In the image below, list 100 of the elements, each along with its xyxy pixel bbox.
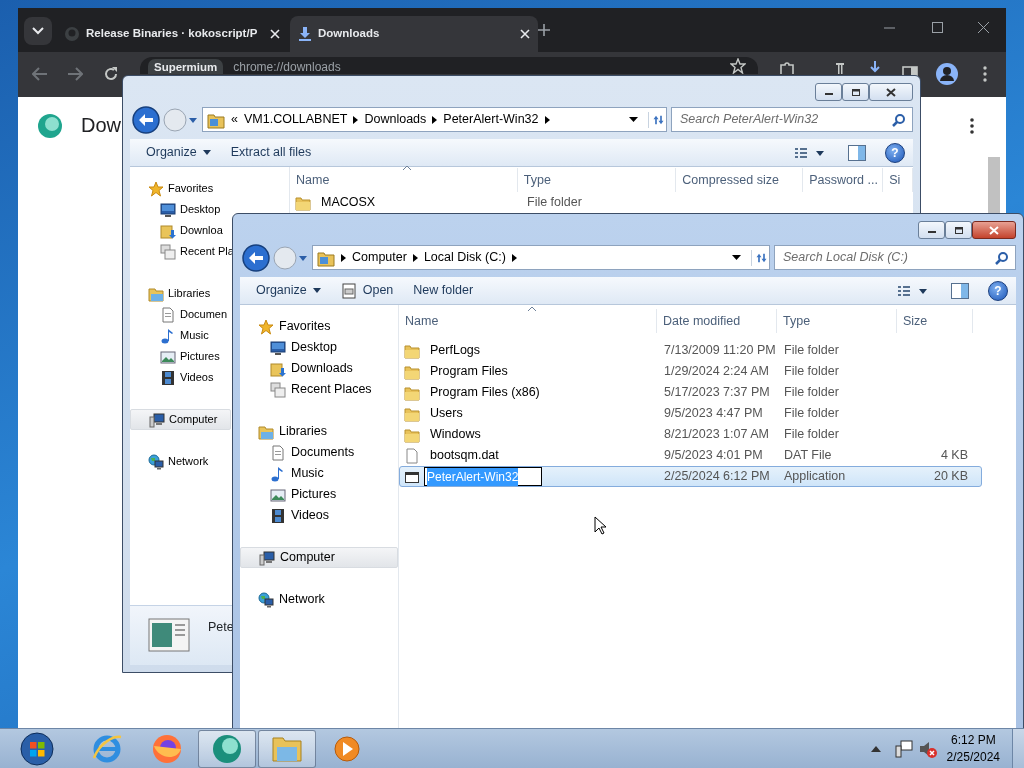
network-icon[interactable] [894,739,913,758]
file-row[interactable]: Program Files (x86) 5/17/2023 7:37 PM File folder [399,382,982,403]
back-button[interactable] [130,103,162,136]
breadcrumb-item[interactable]: Downloads [364,110,427,129]
sidebar-item[interactable]: Desktop [240,337,398,358]
address-bar[interactable]: « VM1.COLLABNET Downloads PeterAlert-Win32 [202,107,667,132]
breadcrumb-item[interactable]: Computer [352,248,407,267]
file-row[interactable]: PerfLogs 7/13/2009 11:20 PM File folder [399,340,982,361]
sidebar-item[interactable]: Network [240,589,398,610]
search-field[interactable]: Search PeterAlert-Win32 [671,107,913,132]
column-header[interactable]: Size [897,309,973,333]
column-header[interactable]: Password ... [803,168,884,192]
toolbar-button[interactable]: Extract all files [222,141,320,164]
view-options-icon[interactable] [898,284,928,297]
column-header[interactable]: Name [399,309,657,333]
maximize-button[interactable] [945,221,972,239]
column-header[interactable]: Type [517,168,677,192]
maximize-icon[interactable] [932,22,943,33]
file-row[interactable]: PeterAlert-Win32 2/25/2024 6:12 PM Application 20 KB [399,466,982,487]
toolbar-button[interactable]: New folder [405,279,482,302]
reload-icon[interactable] [103,66,119,82]
dropdown-icon[interactable] [732,254,741,261]
tab-search-button[interactable] [24,17,52,45]
back-arrow-icon[interactable] [32,67,48,81]
close-icon[interactable] [978,22,989,33]
file-row[interactable]: bootsqm.dat 9/5/2023 4:01 PM DAT File 4 KB [399,445,982,466]
sidebar-item[interactable]: Videos [240,505,398,526]
sidebar-item[interactable]: Videos [130,367,231,388]
close-button[interactable] [972,221,1016,239]
browser-tab[interactable]: Release Binaries · kokoscript/P [56,16,288,52]
refresh-icon[interactable] [648,111,666,128]
start-orb-icon [20,731,54,766]
download-icon[interactable] [869,61,881,74]
sidebar-item[interactable]: Downloads [240,358,398,379]
type-cell: File folder [784,427,839,442]
clock-time[interactable]: 6:12 PM [950,732,996,749]
tray-expand-icon[interactable] [870,745,881,752]
minimize-button[interactable] [918,221,945,239]
sidebar-item[interactable]: Music [130,325,231,346]
more-options-icon[interactable] [970,118,974,134]
toolbar-button[interactable]: Organize [138,141,219,164]
address-bar[interactable]: Computer Local Disk (C:) [312,245,770,270]
breadcrumb-item[interactable]: Local Disk (C:) [423,248,506,267]
sidebar-item[interactable]: Recent Places [240,379,398,400]
column-header[interactable]: Compressed size [676,168,804,192]
scrollbar-thumb[interactable] [988,157,1000,213]
sidebar-item[interactable]: Libraries [130,283,231,304]
file-row[interactable]: Users 9/5/2023 4:47 PM File folder [399,403,982,424]
bookmark-star-icon[interactable] [730,58,746,74]
taskbar-button[interactable] [198,729,256,768]
preview-pane-icon[interactable] [847,143,867,162]
file-row[interactable]: MACOSX File folder [290,192,879,213]
refresh-icon[interactable] [751,249,769,266]
sidebar-item[interactable]: Network [130,451,231,472]
minimize-button[interactable] [815,83,842,101]
sidebar-item[interactable]: Documen [130,304,231,325]
sidebar-item[interactable]: Computer [130,409,231,430]
file-row[interactable]: Program Files 1/29/2024 2:24 AM File folder [399,361,982,382]
breadcrumb-item[interactable]: PeterAlert-Win32 [443,110,539,129]
show-desktop-button[interactable] [1012,728,1024,768]
forward-arrow-icon[interactable] [67,67,83,81]
browser-tab[interactable]: Downloads [290,16,538,52]
column-header[interactable]: Type [777,309,897,333]
taskbar-button[interactable] [258,729,316,768]
preview-pane-icon[interactable] [950,281,970,300]
toolbar-button[interactable]: Organize [248,279,329,302]
recent-pages-dropdown[interactable] [188,115,198,124]
muted-speaker-icon[interactable] [918,739,937,758]
tab-title: Release Binaries · kokoscript/P [86,26,258,42]
clock-date[interactable]: 2/25/2024 [946,748,1000,765]
sidebar-item[interactable]: Pictures [130,346,231,367]
sidebar-item[interactable]: Downloa [130,220,231,241]
new-tab-icon[interactable] [538,24,550,36]
view-options-icon[interactable] [795,146,825,159]
close-button[interactable] [869,83,913,101]
column-header[interactable]: Name [290,168,518,192]
back-button[interactable] [240,241,272,274]
toolbar-button[interactable]: Open [332,279,402,302]
dropdown-icon[interactable] [629,116,638,123]
sidebar-item[interactable]: Pictures [240,484,398,505]
overflow-chevron[interactable]: « [231,110,238,129]
maximize-button[interactable] [842,83,869,101]
sidebar-item[interactable]: Documents [240,442,398,463]
puzzle-icon[interactable] [779,61,795,74]
recent-pages-dropdown[interactable] [298,253,308,262]
profile-icon[interactable] [936,63,958,85]
address-bar[interactable]: Supermium chrome://downloads [140,57,758,74]
sidebar-item[interactable]: Libraries [240,421,398,442]
sidebar-item[interactable]: Desktop [130,199,231,220]
sidebar-item[interactable]: Computer [240,547,398,568]
site-chip[interactable]: Supermium [148,59,224,74]
sidebar-item[interactable]: Music [240,463,398,484]
column-header[interactable]: Si [883,168,913,192]
sidebar-item[interactable]: Favorites [240,316,398,337]
menu-icon[interactable] [983,66,987,82]
sidebar-item[interactable]: Favorites [130,178,231,199]
column-header[interactable]: Date modified [657,309,777,333]
breadcrumb-item[interactable]: VM1.COLLABNET [243,110,348,129]
file-row[interactable]: Windows 8/21/2023 1:07 AM File folder [399,424,982,445]
search-field[interactable]: Search Local Disk (C:) [774,245,1016,270]
